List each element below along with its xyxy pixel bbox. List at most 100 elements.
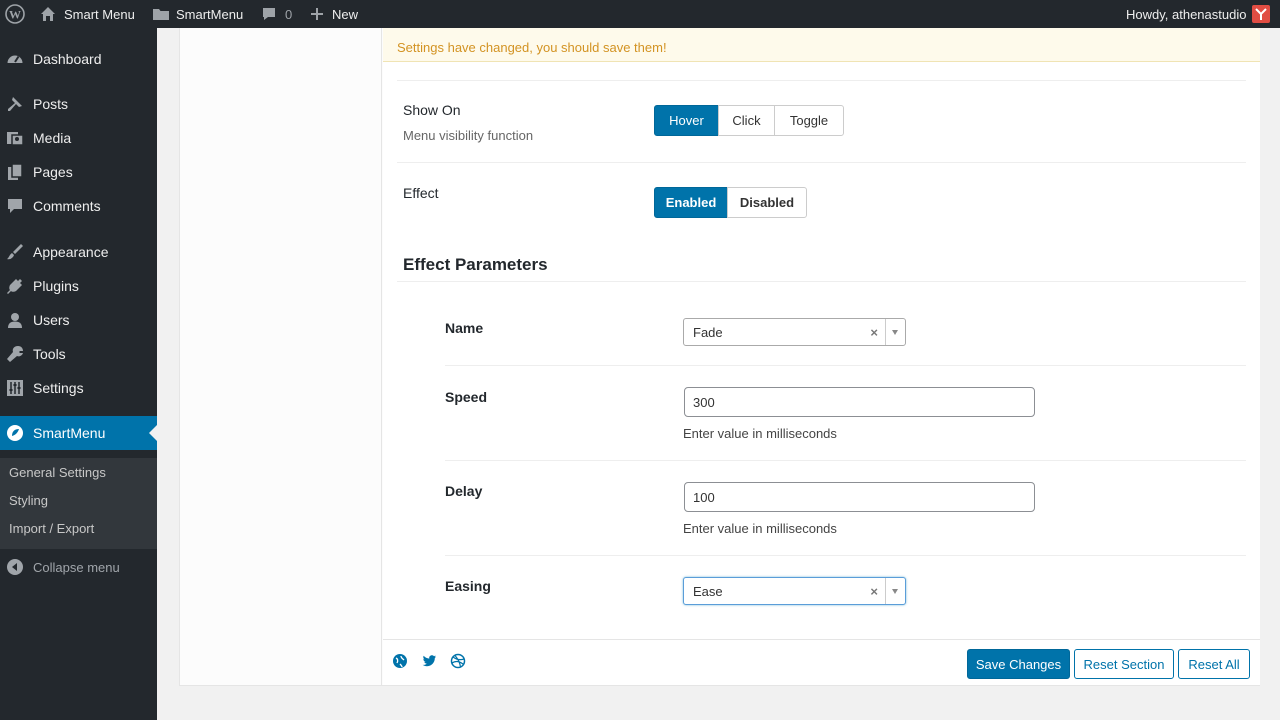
effect-parameters-title: Effect Parameters [403,255,548,274]
show-on-subtitle: Menu visibility function [403,128,534,143]
sidebar-item-label: Pages [33,164,73,180]
plugin-link[interactable]: SmartMenu [152,0,243,28]
submenu-styling[interactable]: Styling [9,493,48,508]
sidebar-item-plugins[interactable]: Plugins [0,269,157,303]
home-icon [40,6,56,22]
pushpin-icon [6,95,24,113]
easing-label: Easing [445,578,491,594]
svg-text:W: W [9,8,21,22]
divider [445,460,1246,461]
sidebar-item-label: Settings [33,380,84,396]
settings-content: Settings have changed, you should save t… [383,28,1260,685]
sidebar-item-media[interactable]: Media [0,121,157,155]
unsaved-notice: Settings have changed, you should save t… [383,28,1260,62]
submenu-import-export[interactable]: Import / Export [9,521,94,536]
show-on-button-group: Hover Click Toggle [654,105,844,136]
show-on-title: Show On [403,102,461,118]
account-menu[interactable]: Howdy, athenastudio [1126,0,1271,28]
easing-select-value: Ease [693,584,723,599]
plug-icon [6,277,24,295]
sidebar-item-label: Comments [33,198,101,214]
sidebar-item-label: Users [33,312,70,328]
twitter-icon[interactable] [421,653,437,669]
divider [397,80,1246,81]
name-select[interactable]: Fade × [683,318,906,346]
delay-label: Delay [445,483,483,499]
effect-button-group: Enabled Disabled [654,187,807,218]
plus-icon [310,7,324,21]
user-icon [6,311,24,329]
divider [397,162,1246,163]
delay-input[interactable] [684,482,1035,512]
dashboard-icon [6,50,24,68]
sidebar-item-appearance[interactable]: Appearance [0,235,157,269]
avatar [1252,5,1271,23]
admin-sidebar: Dashboard Posts Media Pages Comments App… [0,28,157,720]
sidebar-item-pages[interactable]: Pages [0,155,157,189]
chevron-down-icon[interactable] [885,319,905,345]
show-on-click-button[interactable]: Click [718,105,775,136]
pages-icon [6,163,24,181]
divider [397,281,1246,282]
sidebar-item-label: Posts [33,96,69,112]
sidebar-item-posts[interactable]: Posts [0,87,157,121]
sidebar-item-label: Tools [33,346,66,362]
easing-select[interactable]: Ease × [683,577,906,605]
name-label: Name [445,320,484,336]
reset-section-button[interactable]: Reset Section [1074,649,1174,679]
sidebar-item-label: Appearance [33,244,109,260]
settings-panel: Settings have changed, you should save t… [179,28,1260,686]
sliders-icon [6,379,24,397]
divider [445,365,1246,366]
submenu-general-settings[interactable]: General Settings [9,465,106,480]
admin-bar: W Smart Menu SmartMenu 0 New Howdy, athe… [0,0,1280,28]
divider [445,555,1246,556]
chevron-down-icon[interactable] [885,578,905,604]
comments-count: 0 [285,6,293,22]
save-changes-button[interactable]: Save Changes [967,649,1070,679]
sidebar-item-label: Plugins [33,278,79,294]
site-home-link[interactable]: Smart Menu [40,0,135,28]
settings-nav-column [180,28,382,685]
show-on-toggle-button[interactable]: Toggle [774,105,844,136]
wordpress-logo-icon[interactable]: W [5,0,25,28]
new-label: New [332,6,359,22]
effect-disabled-button[interactable]: Disabled [727,187,807,218]
clear-icon[interactable]: × [870,584,878,599]
sidebar-item-label: Dashboard [33,51,102,67]
sidebar-item-users[interactable]: Users [0,303,157,337]
globe-icon[interactable] [392,653,408,669]
speed-description: Enter value in milliseconds [683,426,837,441]
reset-all-button[interactable]: Reset All [1178,649,1250,679]
sidebar-item-dashboard[interactable]: Dashboard [0,42,157,76]
effect-title: Effect [403,185,439,201]
sidebar-item-comments[interactable]: Comments [0,189,157,223]
name-select-value: Fade [693,325,723,340]
sidebar-item-tools[interactable]: Tools [0,337,157,371]
delay-description: Enter value in milliseconds [683,521,837,536]
media-icon [6,129,24,147]
sidebar-item-label: Media [33,130,72,146]
show-on-hover-button[interactable]: Hover [654,105,719,136]
brush-icon [6,243,24,261]
folder-icon [152,6,170,22]
collapse-icon [6,558,24,576]
collapse-menu-button[interactable]: Collapse menu [0,550,157,584]
new-content-link[interactable]: New [310,0,358,28]
smartmenu-icon [6,424,24,442]
wrench-icon [6,345,24,363]
comments-link[interactable]: 0 [261,0,292,28]
effect-enabled-button[interactable]: Enabled [654,187,728,218]
sidebar-item-settings[interactable]: Settings [0,371,157,405]
sidebar-item-smartmenu[interactable]: SmartMenu [0,416,157,450]
footer-divider [383,639,1260,640]
site-name: Smart Menu [64,6,135,22]
clear-icon[interactable]: × [870,325,878,340]
smartmenu-submenu: General Settings Styling Import / Export [0,458,157,549]
comment-icon [261,6,277,22]
sidebar-item-label: SmartMenu [33,425,106,441]
speed-input[interactable] [684,387,1035,417]
plugin-link-label: SmartMenu [176,6,244,22]
dribbble-icon[interactable] [450,653,466,669]
speed-label: Speed [445,389,488,405]
